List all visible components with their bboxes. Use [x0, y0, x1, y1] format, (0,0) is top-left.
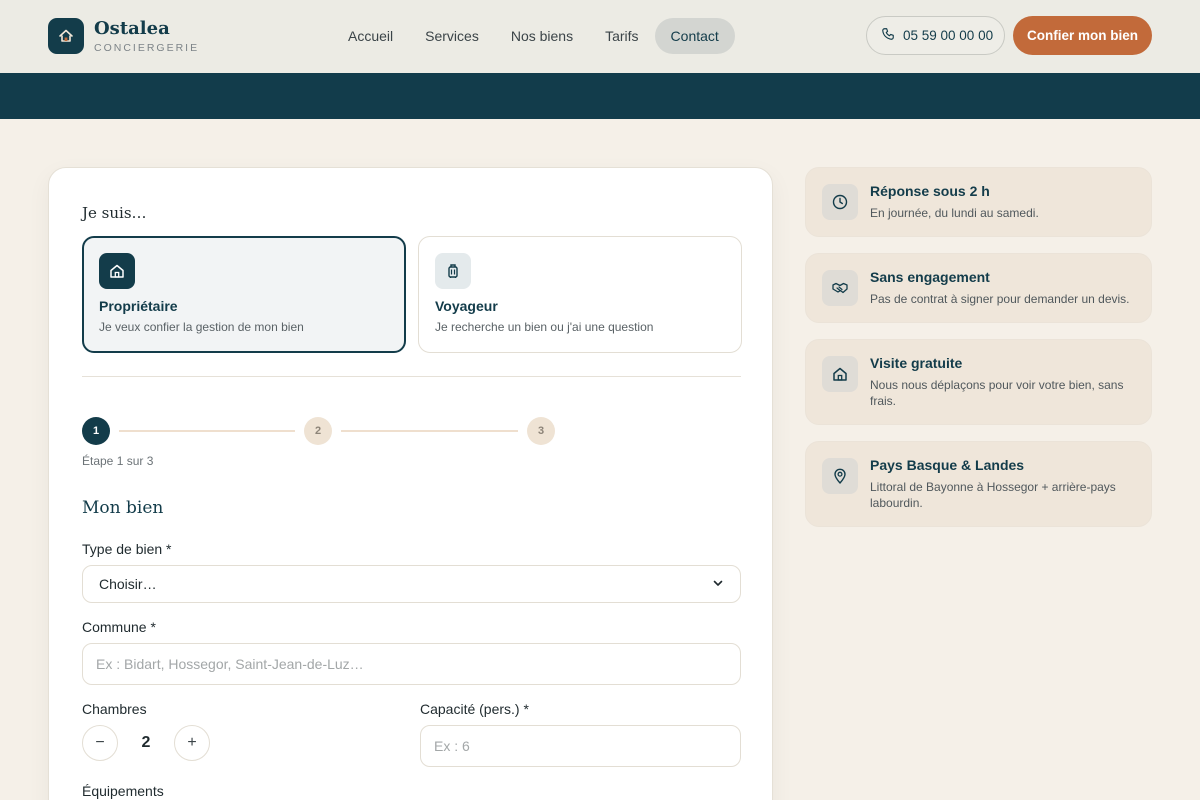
brand-logo[interactable]: Ostalea CONCIERGERIE — [48, 18, 199, 54]
step-2: 2 — [304, 417, 332, 445]
home-icon — [822, 356, 858, 392]
role-option-proprietaire[interactable]: Propriétaire Je veux confier la gestion … — [82, 236, 406, 353]
feature-description: En journée, du lundi au samedi. — [870, 206, 1039, 220]
type-de-bien-select[interactable]: Choisir… — [82, 565, 741, 603]
feature-description: Pas de contrat à signer pour demander un… — [870, 292, 1130, 306]
home-icon — [99, 253, 135, 289]
role-description: Je recherche un bien ou j'ai une questio… — [435, 320, 654, 334]
feature-description: Nous nous déplaçons pour voir votre bien… — [870, 378, 1124, 408]
chambres-stepper: − 2 + — [82, 725, 210, 761]
handshake-icon — [822, 270, 858, 306]
nav-accueil[interactable]: Accueil — [332, 18, 409, 54]
confier-mon-bien-button[interactable]: Confier mon bien — [1013, 16, 1152, 55]
map-pin-icon — [822, 458, 858, 494]
role-description: Je veux confier la gestion de mon bien — [99, 320, 304, 334]
nav-nos-biens[interactable]: Nos biens — [495, 18, 589, 54]
nav-tarifs[interactable]: Tarifs — [589, 18, 654, 54]
feature-card-zone: Pays Basque & Landes Littoral de Bayonne… — [805, 441, 1152, 527]
step-connector — [119, 430, 295, 432]
role-title: Propriétaire — [99, 298, 178, 314]
clock-icon — [822, 184, 858, 220]
chevron-down-icon — [712, 576, 724, 592]
hero-band — [0, 73, 1200, 119]
capacite-input[interactable]: Ex : 6 — [420, 725, 741, 767]
phone-icon — [881, 27, 895, 44]
step-3: 3 — [527, 417, 555, 445]
feature-title: Visite gratuite — [870, 355, 963, 371]
chambres-value: 2 — [141, 734, 151, 751]
role-title: Voyageur — [435, 298, 498, 314]
decrement-button[interactable]: − — [82, 725, 118, 761]
commune-label: Commune * — [82, 619, 156, 635]
feature-card-engagement: Sans engagement Pas de contrat à signer … — [805, 253, 1152, 323]
section-title: Mon bien — [82, 498, 164, 518]
feature-title: Sans engagement — [870, 269, 990, 285]
section-divider — [82, 376, 741, 377]
role-option-voyageur[interactable]: Voyageur Je recherche un bien ou j'ai un… — [418, 236, 742, 353]
increment-button[interactable]: + — [174, 725, 210, 761]
luggage-icon — [435, 253, 471, 289]
phone-number: 05 59 00 00 00 — [903, 28, 994, 43]
step-1: 1 — [82, 417, 110, 445]
feature-card-reponse: Réponse sous 2 h En journée, du lundi au… — [805, 167, 1152, 237]
capacite-label: Capacité (pers.) * — [420, 701, 529, 717]
chambres-label: Chambres — [82, 701, 147, 717]
role-heading: Je suis… — [82, 204, 147, 222]
brand-name: Ostalea — [94, 17, 170, 39]
type-de-bien-label: Type de bien * — [82, 541, 172, 557]
site-header: Ostalea CONCIERGERIE Accueil Services No… — [0, 0, 1200, 73]
step-progress-label: Étape 1 sur 3 — [82, 454, 154, 468]
select-value: Choisir… — [99, 576, 157, 592]
brand-tagline: CONCIERGERIE — [94, 41, 200, 54]
feature-title: Réponse sous 2 h — [870, 183, 990, 199]
nav-contact[interactable]: Contact — [654, 18, 735, 54]
home-logo-icon — [48, 18, 84, 54]
form-stepper: 1 2 3 — [82, 417, 562, 445]
contact-form-card: Je suis… Propriétaire Je veux confier la… — [48, 167, 773, 800]
feature-title: Pays Basque & Landes — [870, 457, 1025, 473]
feature-description: Littoral de Bayonne à Hossegor + arrière… — [870, 480, 1116, 510]
nav-services[interactable]: Services — [409, 18, 495, 54]
phone-button[interactable]: 05 59 00 00 00 — [866, 16, 1005, 55]
main-nav: Accueil Services Nos biens Tarifs Contac… — [332, 18, 735, 54]
equipements-label: Équipements — [82, 783, 164, 799]
feature-card-visite: Visite gratuite Nous nous déplaçons pour… — [805, 339, 1152, 425]
commune-input[interactable]: Ex : Bidart, Hossegor, Saint-Jean-de-Luz… — [82, 643, 741, 685]
step-connector — [341, 430, 518, 432]
